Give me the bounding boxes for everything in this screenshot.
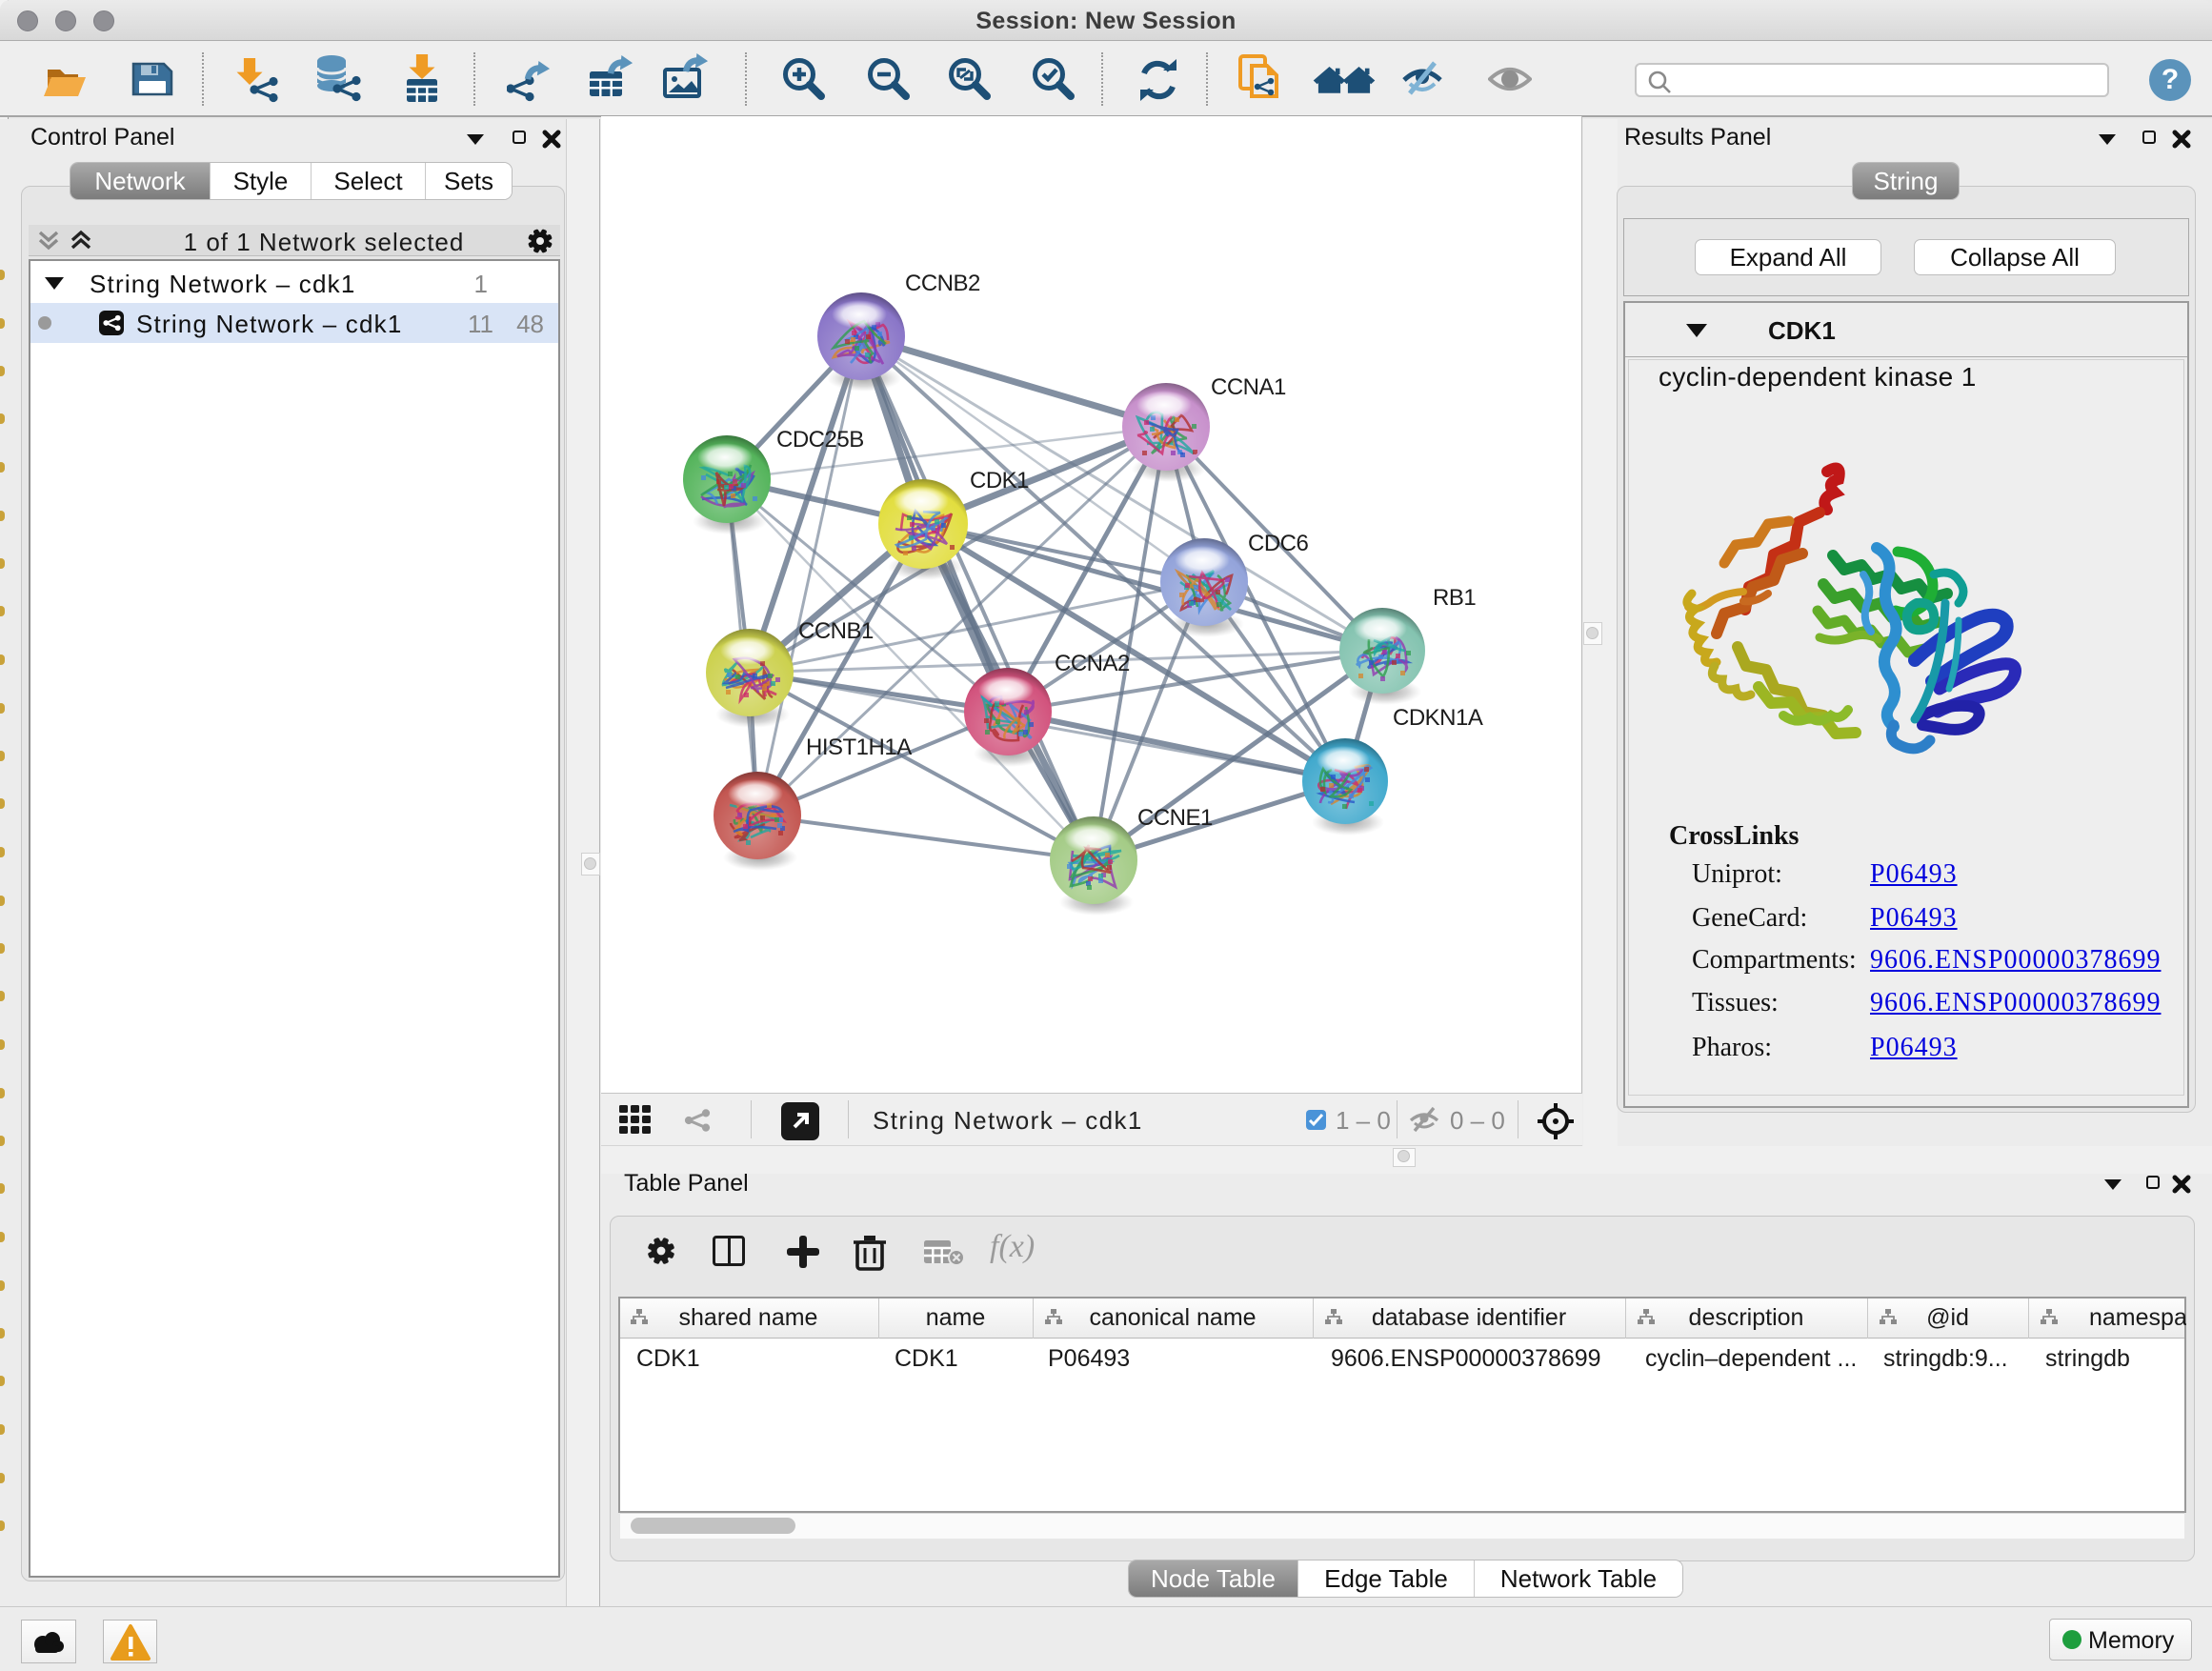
svg-text:CDK1: CDK1: [970, 468, 1029, 493]
svg-text:CCNB2: CCNB2: [905, 271, 980, 296]
svg-text:CDC25B: CDC25B: [776, 427, 864, 453]
svg-text:CCNA2: CCNA2: [1055, 651, 1130, 676]
svg-text:CDC6: CDC6: [1248, 531, 1308, 556]
svg-text:RB1: RB1: [1433, 585, 1476, 611]
svg-text:CDKN1A: CDKN1A: [1393, 705, 1483, 731]
svg-text:HIST1H1A: HIST1H1A: [806, 735, 912, 760]
svg-text:CCNB1: CCNB1: [798, 618, 874, 644]
svg-text:CCNE1: CCNE1: [1137, 805, 1213, 831]
svg-text:CCNA1: CCNA1: [1211, 374, 1286, 400]
